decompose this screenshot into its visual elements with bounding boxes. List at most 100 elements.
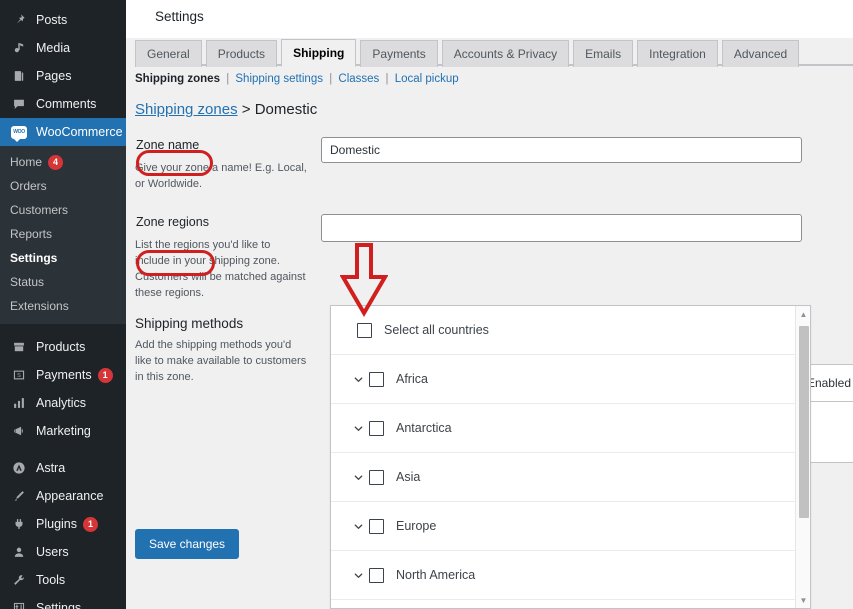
- sidebar-divider: [0, 324, 126, 333]
- sidebar-item-label: Appearance: [36, 489, 104, 503]
- save-row: Save changes: [126, 529, 240, 559]
- appearance-brush-icon: [10, 487, 28, 505]
- pages-icon: [10, 67, 28, 85]
- breadcrumb-separator: >: [241, 101, 251, 118]
- products-icon: [10, 338, 28, 356]
- sidebar-item-comments[interactable]: Comments: [0, 90, 126, 118]
- scrollbar-thumb[interactable]: [799, 326, 809, 518]
- dropdown-option-label: Asia: [396, 470, 421, 484]
- scroll-up-arrow-icon[interactable]: ▲: [796, 307, 810, 321]
- checkbox-select-all-countries[interactable]: [357, 322, 372, 338]
- submenu-item-extensions[interactable]: Extensions: [0, 294, 126, 318]
- sidebar-item-label: Marketing: [36, 424, 91, 438]
- sidebar-item-tools[interactable]: Tools: [0, 566, 126, 594]
- notification-badge: 1: [83, 516, 98, 532]
- media-icon: [10, 39, 28, 57]
- tab-products[interactable]: Products: [205, 40, 278, 67]
- sidebar-system-group: Astra Appearance Plugins 1 Users Tools S…: [0, 454, 126, 609]
- woocommerce-logo-icon: WOO: [10, 123, 28, 142]
- breadcrumb-current: Domestic: [254, 101, 318, 118]
- chevron-down-icon[interactable]: [347, 570, 369, 581]
- sidebar-item-woocommerce[interactable]: WOO WooCommerce: [0, 118, 133, 146]
- dropdown-scrollbar[interactable]: ▲ ▼: [795, 306, 810, 608]
- zone-name-input[interactable]: [321, 137, 802, 163]
- sidebar-item-users[interactable]: Users: [0, 538, 126, 566]
- dropdown-option-europe[interactable]: Europe: [331, 502, 810, 551]
- shipping-subnav: Shipping zones | Shipping settings | Cla…: [126, 66, 853, 85]
- tab-general[interactable]: General: [135, 40, 202, 67]
- zone-regions-input[interactable]: [321, 213, 802, 242]
- sidebar-item-settings[interactable]: Settings: [0, 594, 126, 609]
- sidebar-item-label: Products: [36, 340, 86, 354]
- submenu-item-settings[interactable]: Settings: [0, 246, 126, 270]
- sidebar-item-analytics[interactable]: Analytics: [0, 389, 126, 417]
- subnav-shipping-settings[interactable]: Shipping settings: [235, 73, 323, 85]
- breadcrumb: Shipping zones > Domestic: [126, 85, 853, 118]
- save-changes-button[interactable]: Save changes: [135, 529, 240, 559]
- dropdown-option-asia[interactable]: Asia: [331, 453, 810, 502]
- tab-emails[interactable]: Emails: [573, 40, 634, 67]
- chevron-down-icon[interactable]: [347, 423, 369, 434]
- checkbox-north-america[interactable]: [369, 567, 384, 583]
- submenu-item-reports[interactable]: Reports: [0, 222, 126, 246]
- chevron-down-icon[interactable]: [347, 521, 369, 532]
- zone-regions-option-list: Select all countries Africa Antarctica A…: [331, 306, 810, 600]
- chevron-down-icon[interactable]: [347, 472, 369, 483]
- dropdown-option-label: Select all countries: [384, 323, 489, 337]
- sidebar-item-products[interactable]: Products: [0, 333, 126, 361]
- submenu-item-customers[interactable]: Customers: [0, 198, 126, 222]
- dropdown-option-label: Antarctica: [396, 421, 452, 435]
- comments-icon: [10, 95, 28, 113]
- sidebar-item-label: Settings: [36, 601, 82, 609]
- sidebar-item-label: Plugins: [36, 517, 77, 531]
- subnav-shipping-zones[interactable]: Shipping zones: [135, 73, 220, 85]
- submenu-item-status[interactable]: Status: [0, 270, 126, 294]
- checkbox-antarctica[interactable]: [369, 420, 384, 436]
- dropdown-option-africa[interactable]: Africa: [331, 355, 810, 404]
- sidebar-item-marketing[interactable]: Marketing: [0, 417, 126, 445]
- shipping-methods-description: Add the shipping methods you'd like to m…: [135, 338, 307, 383]
- sidebar-item-astra[interactable]: Astra: [0, 454, 126, 482]
- breadcrumb-link-shipping-zones[interactable]: Shipping zones: [135, 101, 238, 118]
- sidebar-item-label: Media: [36, 41, 71, 55]
- chevron-down-icon[interactable]: [347, 374, 369, 385]
- sidebar-item-posts[interactable]: Posts: [0, 6, 126, 34]
- notification-badge: 1: [97, 367, 113, 383]
- sidebar-item-label: Astra: [36, 461, 66, 475]
- sidebar-item-media[interactable]: Media: [0, 34, 126, 62]
- sidebar-top-group: Posts Media Pages Comments: [0, 0, 126, 118]
- sidebar-item-label: Analytics: [36, 396, 87, 410]
- tab-integration[interactable]: Integration: [637, 40, 718, 67]
- subnav-separator: |: [329, 73, 333, 85]
- checkbox-asia[interactable]: [369, 469, 384, 485]
- sidebar-divider-2: [0, 445, 126, 454]
- marketing-megaphone-icon: [10, 422, 28, 440]
- scroll-down-arrow-icon[interactable]: ▼: [796, 593, 810, 607]
- dropdown-option-antarctica[interactable]: Antarctica: [331, 404, 810, 453]
- checkbox-africa[interactable]: [369, 371, 384, 387]
- dropdown-option-label: Africa: [396, 372, 428, 386]
- sidebar-item-pages[interactable]: Pages: [0, 62, 126, 90]
- sidebar-item-payments[interactable]: S Payments 1: [0, 361, 126, 389]
- submenu-item-home[interactable]: Home 4: [0, 150, 126, 174]
- checkbox-europe[interactable]: [369, 518, 384, 534]
- sidebar-item-appearance[interactable]: Appearance: [0, 482, 126, 510]
- subnav-classes[interactable]: Classes: [338, 73, 379, 85]
- pin-icon: [10, 11, 28, 29]
- dropdown-option-north-america[interactable]: North America: [331, 551, 810, 600]
- sidebar-item-plugins[interactable]: Plugins 1: [0, 510, 126, 538]
- tab-accounts-privacy[interactable]: Accounts & Privacy: [441, 40, 570, 67]
- users-icon: [10, 543, 28, 561]
- tab-advanced[interactable]: Advanced: [721, 40, 800, 67]
- tab-payments[interactable]: Payments: [360, 40, 438, 67]
- zone-regions-description: List the regions you'd like to include i…: [135, 238, 306, 299]
- subnav-local-pickup[interactable]: Local pickup: [395, 73, 459, 85]
- sidebar-item-label: Users: [36, 545, 69, 559]
- submenu-item-label: Home: [10, 155, 43, 169]
- submenu-item-orders[interactable]: Orders: [0, 174, 126, 198]
- zone-regions-dropdown[interactable]: Select all countries Africa Antarctica A…: [330, 305, 811, 609]
- woocommerce-shipping-zone-screen: Posts Media Pages Comments WOO WooCommer…: [0, 0, 853, 609]
- notification-badge: 4: [48, 154, 64, 170]
- dropdown-option-select-all[interactable]: Select all countries: [331, 306, 810, 355]
- tab-shipping[interactable]: Shipping: [281, 39, 357, 67]
